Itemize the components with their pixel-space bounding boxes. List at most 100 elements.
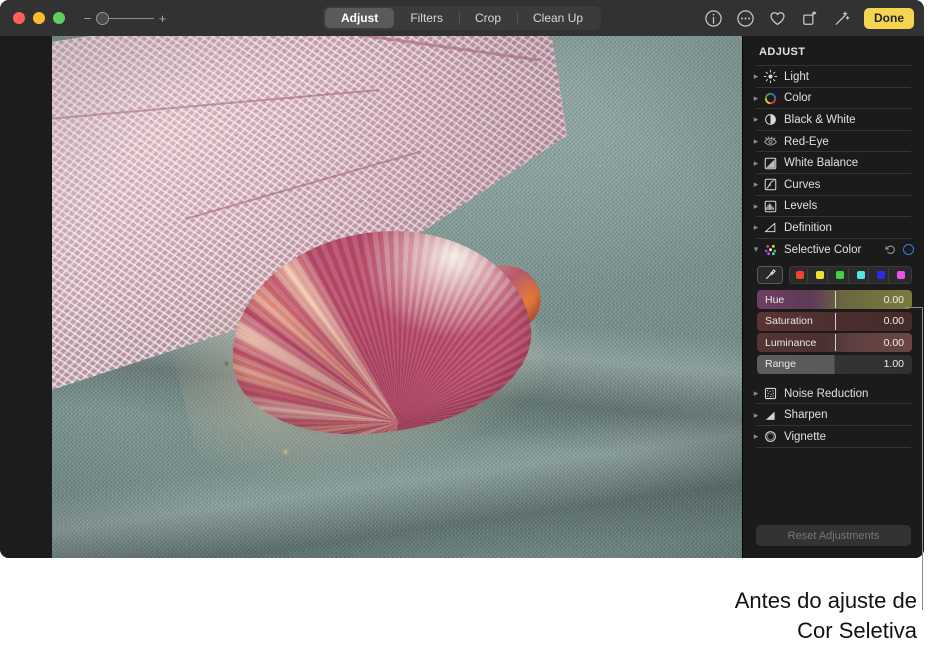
reset-adjustments-button[interactable]: Reset Adjustments	[756, 525, 911, 546]
sidebar-item-red-eye[interactable]: ▸ Red-Eye	[743, 131, 924, 153]
sidebar-item-black-and-white[interactable]: ▸ Black & White	[743, 109, 924, 131]
zoom-out-icon[interactable]: −	[83, 12, 92, 25]
chevron-right-icon[interactable]: ▸	[751, 389, 761, 398]
chevron-right-icon[interactable]: ▸	[751, 137, 761, 146]
toolbar-right-actions: Done	[704, 7, 914, 29]
sidebar-item-label: Black & White	[784, 113, 856, 126]
close-window-button[interactable]	[13, 12, 25, 24]
curves-icon	[761, 177, 784, 192]
favorite-heart-icon[interactable]	[768, 9, 787, 28]
chevron-right-icon[interactable]: ▸	[751, 432, 761, 441]
slider-knob[interactable]	[834, 291, 836, 309]
sidebar-item-label: Curves	[784, 178, 821, 191]
levels-histogram-icon	[761, 199, 784, 214]
slider-knob[interactable]	[834, 312, 836, 330]
chevron-right-icon[interactable]: ▸	[751, 93, 761, 103]
noise-reduction-icon	[761, 386, 784, 401]
undo-arrow-icon[interactable]	[885, 244, 896, 255]
sidebar-item-white-balance[interactable]: ▸ White Balance	[743, 152, 924, 174]
chevron-right-icon[interactable]: ▸	[751, 223, 761, 232]
screenshot-root: − + Adjust Filters Crop Clean Up Done AD…	[0, 0, 931, 660]
tab-clean-up[interactable]: Clean Up	[517, 8, 599, 28]
color-wheel-icon	[761, 91, 784, 106]
slider-value[interactable]: 0.00	[884, 294, 904, 306]
slider-luminance[interactable]: Luminance 0.00	[757, 333, 912, 353]
slider-value[interactable]: 0.00	[884, 337, 904, 349]
eye-slash-icon	[761, 134, 784, 149]
slider-knob[interactable]	[834, 334, 836, 352]
done-button[interactable]: Done	[864, 7, 914, 29]
photo-vignette	[52, 36, 742, 558]
vignette-circle-icon	[761, 429, 784, 444]
sidebar-item-label: Color	[784, 92, 812, 105]
swatch-red[interactable]	[796, 270, 805, 279]
white-balance-icon	[761, 156, 784, 171]
slider-range[interactable]: Range 1.00	[757, 354, 912, 374]
swatch-magenta[interactable]	[887, 267, 905, 282]
slider-label: Hue	[765, 293, 785, 306]
sidebar-item-label: Selective Color	[784, 243, 862, 256]
selective-color-actions	[885, 244, 914, 256]
sidebar-item-light[interactable]: ▸ Light	[743, 66, 924, 88]
enable-ring-icon[interactable]	[903, 244, 914, 256]
caption-line-2: Cor Seletiva	[797, 618, 917, 643]
tab-crop[interactable]: Crop	[458, 8, 517, 28]
sidebar-title: ADJUST	[759, 46, 806, 58]
swatch-green[interactable]	[827, 267, 845, 282]
sidebar-item-label: Levels	[784, 200, 818, 213]
chevron-right-icon[interactable]: ▸	[751, 201, 761, 211]
sidebar-item-definition[interactable]: ▸ Definition	[743, 217, 924, 239]
sidebar-item-noise-reduction[interactable]: ▸ Noise Reduction	[743, 383, 924, 405]
minimize-window-button[interactable]	[33, 12, 45, 24]
slider-value[interactable]: 0.00	[884, 315, 904, 327]
zoom-in-icon[interactable]: +	[158, 12, 167, 25]
info-icon[interactable]	[704, 9, 723, 28]
adjust-sidebar: ADJUST ▸ Light ▸ Color ▸ Black & White ▸…	[742, 36, 924, 558]
swatch-blue[interactable]	[867, 267, 885, 282]
sidebar-item-label: Vignette	[784, 430, 826, 443]
sidebar-item-curves[interactable]: ▸ Curves	[743, 174, 924, 196]
zoom-slider-knob[interactable]	[96, 11, 109, 25]
photo-canvas	[0, 36, 742, 558]
sidebar-item-color[interactable]: ▸ Color	[743, 88, 924, 110]
slider-label: Range	[765, 358, 796, 371]
chevron-right-icon[interactable]: ▸	[751, 115, 761, 124]
eyedropper-button[interactable]	[757, 265, 783, 284]
sidebar-item-label: White Balance	[784, 157, 859, 170]
zoom-slider-control[interactable]: − +	[83, 11, 167, 25]
sidebar-item-sharpen[interactable]: ▸ Sharpen	[743, 404, 924, 426]
slider-hue[interactable]: Hue 0.00	[757, 290, 912, 310]
chevron-right-icon[interactable]: ▸	[751, 72, 761, 81]
sidebar-item-selective-color[interactable]: ▾ Selective Color	[743, 239, 924, 261]
color-swatch-group	[789, 265, 912, 284]
zoom-slider-track[interactable]	[96, 11, 154, 25]
rotate-icon[interactable]	[800, 9, 819, 28]
definition-triangle-icon	[761, 220, 784, 235]
sidebar-item-label: Light	[784, 70, 809, 83]
auto-enhance-wand-icon[interactable]	[832, 9, 851, 28]
window-toolbar: − + Adjust Filters Crop Clean Up Done	[0, 0, 924, 36]
swatch-cyan[interactable]	[847, 267, 865, 282]
caption-text: Antes do ajuste de Cor Seletiva	[497, 586, 917, 646]
chevron-right-icon[interactable]: ▸	[751, 410, 761, 420]
sidebar-item-label: Noise Reduction	[784, 387, 869, 400]
tab-adjust[interactable]: Adjust	[324, 8, 395, 28]
slider-saturation[interactable]: Saturation 0.00	[757, 311, 912, 331]
more-options-icon[interactable]	[736, 9, 755, 28]
sidebar-item-label: Definition	[784, 221, 832, 234]
tab-filters[interactable]: Filters	[394, 8, 459, 28]
chevron-right-icon[interactable]: ▸	[751, 180, 761, 189]
edited-photo[interactable]	[52, 36, 742, 558]
caption-line-1: Antes do ajuste de	[734, 588, 917, 613]
slider-value[interactable]: 1.00	[884, 358, 904, 370]
chevron-right-icon[interactable]: ▸	[751, 158, 761, 168]
sidebar-item-label: Red-Eye	[784, 135, 829, 148]
swatch-yellow[interactable]	[807, 267, 825, 282]
maximize-window-button[interactable]	[53, 12, 65, 24]
sidebar-item-label: Sharpen	[784, 409, 828, 422]
chevron-down-icon[interactable]: ▾	[751, 245, 761, 254]
sidebar-item-levels[interactable]: ▸ Levels	[743, 196, 924, 218]
selective-color-toolbar	[743, 261, 924, 288]
sidebar-item-vignette[interactable]: ▸ Vignette	[743, 426, 924, 448]
contrast-circle-icon	[761, 112, 784, 127]
